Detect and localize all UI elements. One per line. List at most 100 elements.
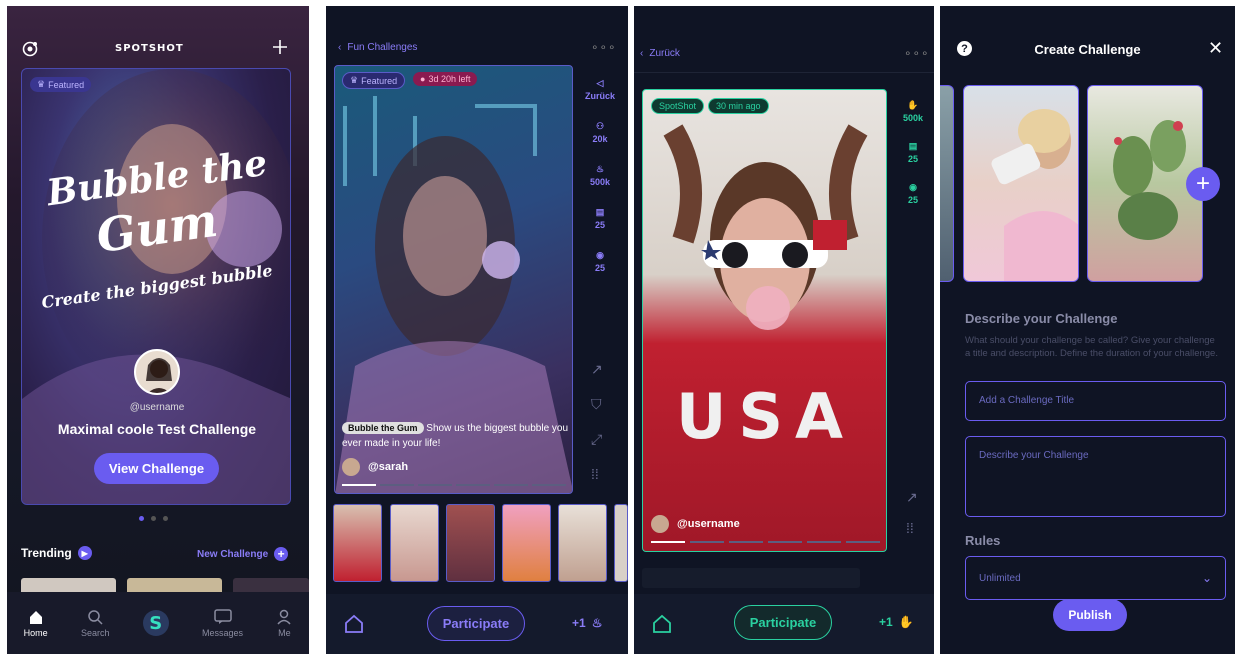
progress-segment-active <box>651 541 685 543</box>
chevron-down-icon: ⌄ <box>1201 571 1212 585</box>
challenge-title-input[interactable]: Add a Challenge Title <box>965 381 1226 421</box>
plus-icon[interactable]: + <box>274 547 289 561</box>
views-button[interactable]: ◉ 25 <box>595 250 605 273</box>
next-card-preview <box>642 568 860 588</box>
challenge-description-input[interactable]: Describe your Challenge <box>965 436 1226 517</box>
nav-search[interactable]: Search <box>81 609 109 638</box>
messages-icon <box>213 608 232 624</box>
chevron-left-icon: ‹ <box>338 42 342 53</box>
flame-icon: ♨ <box>591 616 603 630</box>
nav-spotshot[interactable]: S <box>142 610 169 636</box>
back-link[interactable]: ‹ Zurück <box>640 48 680 59</box>
rules-select[interactable]: Unlimited ⌄ <box>965 556 1226 600</box>
share-icon[interactable]: ↗ <box>906 489 918 506</box>
clap-icon: ✋ <box>898 615 914 629</box>
trending-thumb[interactable] <box>233 578 309 592</box>
home-icon[interactable] <box>652 614 672 634</box>
featured-challenge-card[interactable]: ♛ Featured Bubble the Gum Create the bigg… <box>21 68 291 505</box>
username[interactable]: @username <box>22 402 290 413</box>
side-actions: ✋ 500k ▤ 25 ◉ 25 <box>892 100 934 205</box>
nav-messages[interactable]: Messages <box>202 608 244 638</box>
close-icon[interactable]: ✕ <box>1208 38 1223 59</box>
progress-segment <box>494 484 528 486</box>
media-thumb[interactable] <box>940 85 954 282</box>
participate-button[interactable]: Participate <box>427 606 525 641</box>
nav-label: Messages <box>202 627 244 638</box>
views-count: 25 <box>907 195 918 205</box>
author-row[interactable]: @sarah <box>342 458 408 476</box>
rules-value: Unlimited <box>979 572 1021 584</box>
submission-video-card[interactable]: USA SpotShot 30 min ago @username <box>642 89 887 552</box>
grid-icon[interactable]: ⁞⁞ <box>906 520 918 536</box>
participant-thumb[interactable] <box>558 504 607 582</box>
settings-icon[interactable] <box>21 40 39 58</box>
share-icon[interactable]: ↗ <box>591 361 603 378</box>
new-challenge-link[interactable]: New Challenge + <box>197 547 289 561</box>
likes-count: 500k <box>589 177 611 187</box>
challenge-video-card[interactable]: ♛ Featured ● 3d 20h left Bubble the Gum Sh… <box>334 65 573 494</box>
action-bar: Participate +1 ♨ <box>326 594 628 654</box>
add-icon[interactable] <box>272 39 288 55</box>
participate-button[interactable]: Participate <box>734 605 832 640</box>
add-media-button[interactable]: + <box>1186 167 1220 201</box>
caption-tag[interactable]: Bubble the Gum <box>342 422 424 434</box>
trending-header[interactable]: Trending ▶ <box>21 546 92 560</box>
submission-screen: ‹ Zurück ∘∘∘ USA SpotShot 30 min ago @us… <box>634 6 934 654</box>
comments-button[interactable]: ▤ 25 <box>595 207 605 230</box>
participant-thumb[interactable] <box>446 504 495 582</box>
grid-icon[interactable]: ⁞⁞ <box>591 466 603 482</box>
participant-thumb[interactable] <box>502 504 551 582</box>
author-name: @sarah <box>368 461 409 473</box>
utility-actions: ↗ ⛉ ⤢ ⁞⁞ <box>591 361 603 482</box>
plus-one-button[interactable]: +1 ✋ <box>879 615 914 629</box>
progress-segment <box>418 484 452 486</box>
side-back-button[interactable]: ◁ Zurück <box>585 78 615 101</box>
nav-home[interactable]: Home <box>24 609 48 638</box>
challenge-detail-screen: ‹ Fun Challenges ∘∘∘ ♛ Featured ● 3d 20h l… <box>326 6 628 654</box>
dot-active[interactable] <box>139 516 144 521</box>
home-icon[interactable] <box>344 614 364 634</box>
more-icon[interactable]: ∘∘∘ <box>904 46 930 60</box>
eye-icon: ◉ <box>596 250 604 260</box>
nav-me[interactable]: Me <box>276 609 292 638</box>
views-count: 25 <box>594 263 605 273</box>
trending-label: Trending <box>21 546 72 560</box>
nav-label: Me <box>278 627 291 638</box>
progress-segment-active <box>342 484 376 486</box>
expand-icon[interactable]: ⤢ <box>591 431 603 448</box>
chevron-right-icon[interactable]: ▶ <box>77 546 92 560</box>
participant-thumb[interactable] <box>390 504 439 582</box>
trending-thumb[interactable] <box>127 578 222 592</box>
crown-icon: ♛ <box>350 75 359 85</box>
media-thumb[interactable] <box>963 85 1079 282</box>
participant-thumb[interactable] <box>614 504 628 582</box>
more-icon[interactable]: ∘∘∘ <box>591 40 617 54</box>
participant-thumb[interactable] <box>333 504 382 582</box>
shirt-print: USA <box>676 380 855 453</box>
dot[interactable] <box>151 516 156 521</box>
trending-thumb[interactable] <box>21 578 116 592</box>
featured-badge: ♛ Featured <box>342 72 406 89</box>
home-icon <box>29 610 42 624</box>
bookmark-icon[interactable]: ⛉ <box>591 396 603 413</box>
clap-button[interactable]: ✋ 500k <box>903 100 923 123</box>
carousel-dots[interactable] <box>139 516 168 521</box>
side-actions: ◁ Zurück ⚇ 20k ♨ 500k ▤ 25 ◉ 25 <box>578 78 622 273</box>
views-button[interactable]: ◉ 25 <box>908 182 918 205</box>
publish-button[interactable]: Publish <box>1053 599 1127 631</box>
plus-one-button[interactable]: +1 ♨ <box>572 616 602 630</box>
comments-button[interactable]: ▤ 25 <box>908 141 918 164</box>
dot[interactable] <box>163 516 168 521</box>
view-challenge-button[interactable]: View Challenge <box>94 453 219 484</box>
nav-label: Home <box>23 627 48 638</box>
group-icon: ⚇ <box>595 121 605 131</box>
like-button[interactable]: ♨ 500k <box>590 164 610 187</box>
home-screen: SPOTSHOT ♛ Featured Bubble the Gum Create… <box>7 6 309 654</box>
back-label: Fun Challenges <box>347 42 418 53</box>
participants-button[interactable]: ⚇ 20k <box>592 121 607 144</box>
back-link[interactable]: ‹ Fun Challenges <box>338 42 417 53</box>
utility-actions: ↗ ⁞⁞ <box>906 489 918 536</box>
author-name: @username <box>677 518 740 530</box>
back-label: Zurück <box>649 48 680 59</box>
author-row[interactable]: @username <box>651 515 740 533</box>
